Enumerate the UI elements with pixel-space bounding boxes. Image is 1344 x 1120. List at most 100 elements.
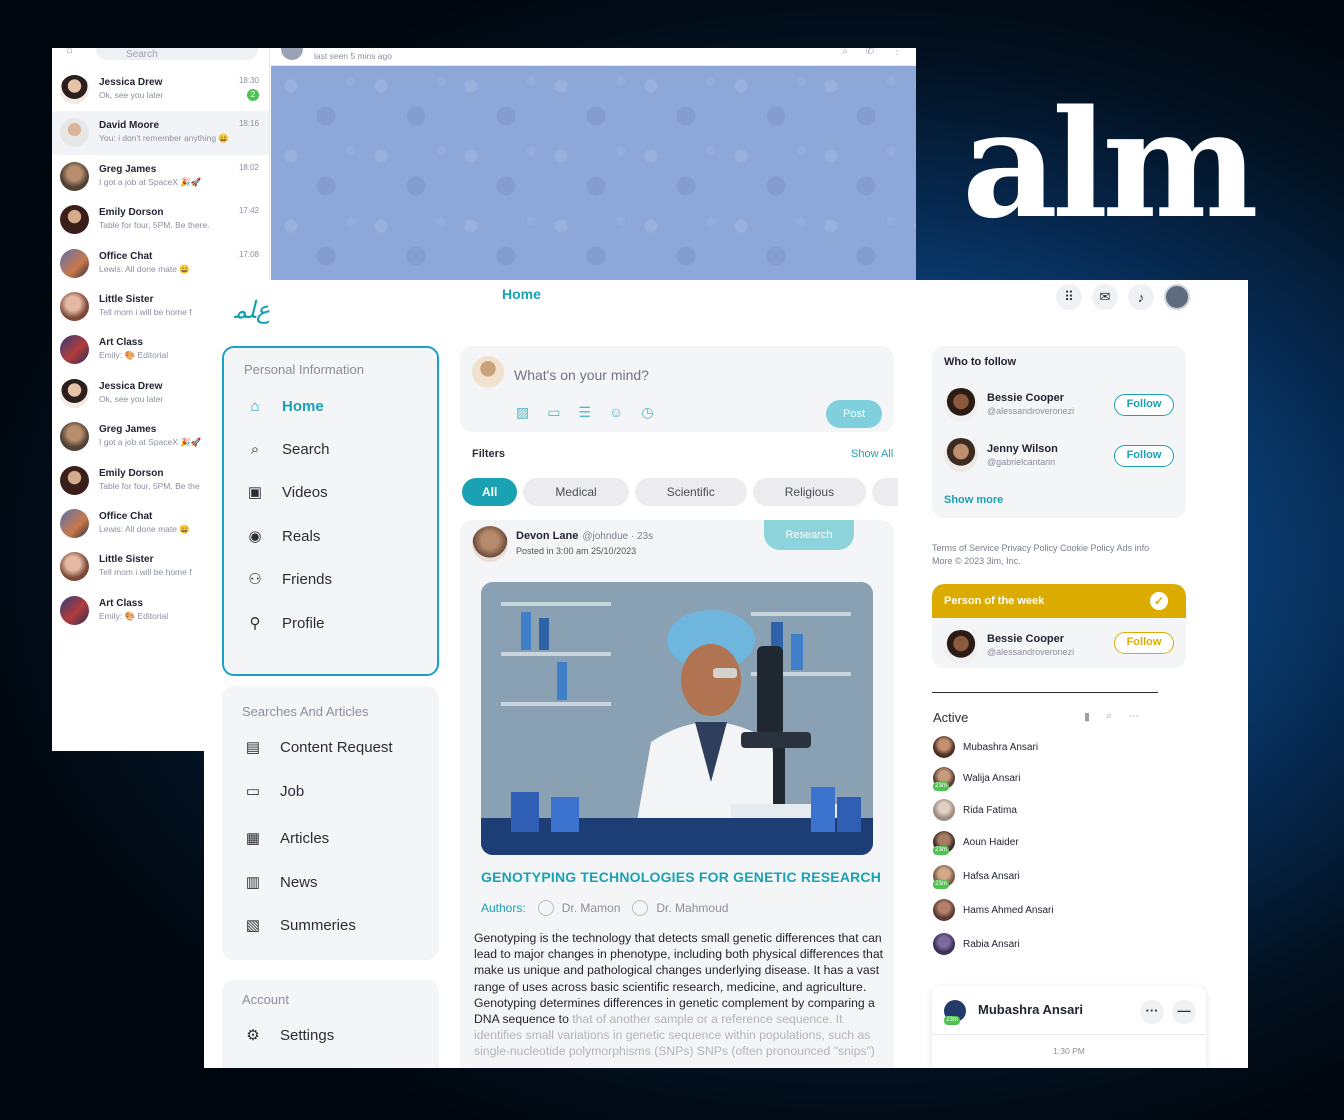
filter-chip-religious[interactable]: Religious — [752, 478, 867, 506]
active-contact[interactable]: 23m Walija Ansari — [933, 767, 1021, 791]
chat-popup-name[interactable]: Mubashra Ansari — [978, 1002, 1083, 1017]
chat-item-message: I got a job at SpaceX 🎉🚀 — [99, 437, 202, 448]
avatar[interactable] — [944, 630, 978, 664]
nav-item-job[interactable]: ▭ Job — [244, 780, 304, 802]
nav-item-label: Articles — [280, 829, 330, 847]
nav-item-videos[interactable]: ▣ Videos — [246, 481, 328, 503]
chat-item[interactable]: Emily Dorson Table for four, 5PM. Be the… — [52, 198, 269, 241]
nav-item-news[interactable]: ▥ News — [244, 871, 318, 893]
nav-item-label: Friends — [282, 570, 333, 588]
nav-item-search[interactable]: ⌕ Search — [246, 438, 330, 460]
chat-list-header: ⌂ Search — [52, 48, 269, 68]
author-link[interactable]: Dr. Mamon — [562, 901, 621, 915]
contact-name: Mubashra Ansari — [963, 741, 1039, 753]
contact-name: Walija Ansari — [963, 772, 1021, 784]
post-date: Posted in 3:00 am 25/10/2023 — [516, 546, 637, 556]
nav-item-articles[interactable]: ▦ Articles — [244, 827, 329, 849]
image-icon[interactable]: ▨ — [516, 404, 529, 421]
nav-item-label: Job — [280, 782, 305, 800]
chat-item[interactable]: Jessica Drew Ok, see you later 18:30 2 — [52, 68, 269, 111]
friends-icon: ⚇ — [248, 571, 262, 588]
show-more-link[interactable]: Show more — [944, 494, 1003, 506]
more-icon[interactable]: ⋮ — [892, 48, 902, 57]
filter-chip-all[interactable]: All — [462, 478, 518, 506]
potw-name[interactable]: Bessie Cooper — [987, 633, 1064, 645]
chat-item[interactable]: Greg James I got a job at SpaceX 🎉🚀 18:0… — [52, 155, 269, 198]
contact-name: Hafsa Ansari — [963, 870, 1020, 882]
nav-item-summeries[interactable]: ▧ Summeries — [244, 914, 356, 936]
apps-grid-icon[interactable]: ⠿ — [1056, 284, 1082, 310]
chat-item[interactable]: Office Chat Lewis: All done mate 😄 17:08 — [52, 242, 269, 285]
nav-item-profile[interactable]: ⚲ Profile — [246, 612, 325, 634]
show-all-link[interactable]: Show All — [851, 448, 893, 460]
profile-avatar[interactable] — [1164, 284, 1190, 310]
active-contact[interactable]: Rabia Ansari — [933, 933, 1020, 955]
person-of-the-week-card: Person of the week ✓ Bessie Cooper @ales… — [932, 584, 1186, 668]
footer-links[interactable]: Terms of Service Privacy Policy Cookie P… — [932, 542, 1172, 568]
post-title[interactable]: GENOTYPING TECHNOLOGIES FOR GENETIC RESE… — [481, 869, 881, 885]
nav-item-friends[interactable]: ⚇ Friends — [246, 568, 332, 590]
follow-button[interactable]: Follow — [1114, 632, 1174, 654]
author-link[interactable]: Dr. Mahmoud — [656, 901, 728, 915]
emoji-icon[interactable]: ☺ — [609, 404, 623, 421]
avatar — [60, 118, 89, 148]
post-image[interactable] — [481, 582, 873, 855]
post-author[interactable]: Devon Lane @johndue · 23s — [516, 530, 653, 542]
chat-item-name: Greg James — [99, 163, 157, 175]
nav-item-home[interactable]: ⌂ Home — [246, 395, 324, 417]
follow-name[interactable]: Jenny Wilson — [987, 443, 1058, 455]
follow-button[interactable]: Follow — [1114, 445, 1174, 467]
author-name: Devon Lane — [516, 530, 579, 542]
nav-item-label: Home — [282, 397, 324, 415]
messages-icon[interactable]: ✉ — [1092, 284, 1118, 310]
bell-icon[interactable]: ♪ — [1128, 284, 1154, 310]
post-tag[interactable]: Research — [764, 520, 854, 550]
active-contact[interactable]: 23m Hafsa Ansari — [933, 865, 1020, 889]
nav-item-label: News — [280, 873, 318, 891]
schedule-icon[interactable]: ◷ — [641, 404, 653, 421]
app-logo[interactable]: ﻉﻠﻤ — [234, 296, 270, 324]
avatar: 23m — [933, 767, 955, 791]
composer-toolbar: ▨ ▭ ☰ ☺ ◷ — [516, 404, 654, 421]
search-icon[interactable]: ⌕ — [1106, 710, 1112, 723]
avatar[interactable] — [281, 48, 303, 60]
active-contact[interactable]: Rida Fatima — [933, 799, 1017, 821]
avatar[interactable] — [944, 438, 978, 472]
active-contact[interactable]: Mubashra Ansari — [933, 736, 1038, 758]
active-contact[interactable]: 23m Aoun Haider — [933, 831, 1019, 855]
composer-input[interactable]: What's on your mind? — [514, 367, 649, 383]
chat-item-name: Art Class — [99, 337, 143, 349]
home-icon[interactable]: ⌂ — [66, 48, 73, 56]
minimize-icon[interactable]: — — [1172, 1000, 1196, 1024]
chat-search-input[interactable]: Search — [96, 48, 258, 60]
last-seen-status: last seen 5 mins ago — [314, 51, 392, 61]
active-contact[interactable]: Hams Ahmed Ansari — [933, 899, 1054, 921]
nav-item-reals[interactable]: ◉ Reals — [246, 525, 320, 547]
avatar[interactable]: 23m — [944, 1000, 966, 1025]
filter-chip-more[interactable]: G — [872, 478, 898, 506]
chat-item-message: Emily: 🎨 Editorial — [99, 350, 169, 361]
follow-button[interactable]: Follow — [1114, 394, 1174, 416]
chat-item[interactable]: David Moore You: i don't remember anythi… — [52, 111, 269, 155]
avatar[interactable] — [944, 388, 978, 422]
chat-item-message: Table for four, 5PM. Be there. — [99, 220, 210, 231]
nav-item-content-request[interactable]: ▤ Content Request — [244, 736, 393, 758]
filter-chip-scientific[interactable]: Scientific — [634, 478, 747, 506]
gif-icon[interactable]: ▭ — [547, 404, 560, 421]
video-call-icon[interactable]: ▮ — [1084, 710, 1090, 723]
contact-name: Rida Fatima — [963, 804, 1017, 816]
contact-name: Hams Ahmed Ansari — [963, 904, 1054, 916]
filter-chip-medical[interactable]: Medical — [523, 478, 629, 506]
chat-item-time: 18:30 — [238, 76, 259, 85]
search-icon[interactable]: ⌕ — [842, 48, 848, 57]
post-button[interactable]: Post — [826, 400, 882, 428]
nav-item-settings[interactable]: ⚙ Settings — [244, 1024, 334, 1046]
gear-icon: ⚙ — [246, 1027, 260, 1044]
avatar: 23m — [933, 831, 955, 855]
more-icon[interactable]: ··· — [1140, 1000, 1164, 1024]
list-icon[interactable]: ☰ — [578, 404, 591, 421]
phone-icon[interactable]: ✆ — [866, 48, 874, 57]
follow-name[interactable]: Bessie Cooper — [987, 392, 1064, 404]
avatar[interactable] — [472, 526, 508, 562]
more-icon[interactable]: ··· — [1128, 710, 1139, 723]
